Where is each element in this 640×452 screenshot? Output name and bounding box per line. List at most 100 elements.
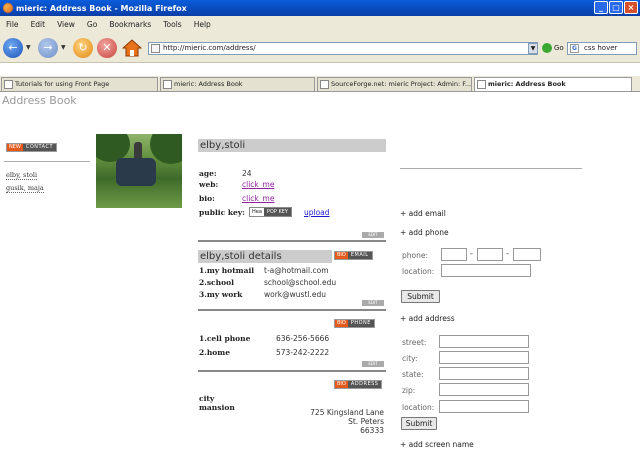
menu-edit[interactable]: Edit — [31, 20, 46, 29]
go-arrow-icon — [542, 43, 552, 53]
street-input[interactable] — [439, 335, 529, 348]
address-city: St. Peters — [348, 417, 384, 426]
tab-sourceforge[interactable]: SourceForge.net: mieric Project: Admin: … — [317, 77, 472, 91]
tab-address-book-1[interactable]: mieric: Address Book — [160, 77, 315, 91]
add-screen-name-link[interactable]: + add screen name — [400, 440, 474, 449]
tab-page-icon — [477, 80, 486, 89]
forward-arrow-icon: → — [43, 41, 53, 54]
edit-contact-button[interactable]: EDIT — [362, 232, 384, 238]
menu-help[interactable]: Help — [194, 20, 211, 29]
add-phone-link[interactable]: + add phone — [400, 228, 449, 237]
maximize-button[interactable]: □ — [609, 1, 623, 14]
address-street: 725 Kingsland Lane — [310, 408, 384, 417]
section-divider — [198, 309, 386, 311]
window-title: mieric: Address Book - Mozilla Firefox — [16, 3, 187, 13]
menu-go[interactable]: Go — [87, 20, 97, 29]
email-label-3: 3.my work — [199, 290, 243, 299]
email-label-1: 1.my hotmail — [199, 266, 255, 275]
address-label-line-2: mansion — [199, 403, 235, 412]
bio-link[interactable]: click_me — [242, 194, 274, 203]
page-icon — [151, 44, 160, 53]
contact-link-gusik[interactable]: gusik, maja — [6, 184, 44, 193]
new-contact-button[interactable]: NEW CONTACT — [6, 143, 58, 152]
tab-tutorials[interactable]: Tutorials for using Front Page — [1, 77, 158, 91]
city-label: city: — [402, 354, 418, 363]
email-value-2: school@school.edu — [264, 278, 337, 287]
address-zip: 66333 — [360, 426, 384, 435]
add-phone-badge[interactable]: BIO PHONE — [334, 319, 375, 328]
minimize-button[interactable]: _ — [594, 1, 608, 14]
forward-history-dropdown-icon[interactable]: ▼ — [61, 44, 66, 51]
menu-bookmarks[interactable]: Bookmarks — [109, 20, 151, 29]
email-value-3: work@wustl.edu — [264, 290, 326, 299]
menu-file[interactable]: File — [6, 20, 19, 29]
submit-address-button[interactable]: Submit — [401, 417, 437, 430]
tab-label: mieric: Address Book — [174, 80, 243, 88]
back-arrow-icon: ← — [8, 41, 18, 54]
add-address-badge[interactable]: BIO ADDRESS — [334, 380, 383, 389]
zip-input[interactable] — [439, 383, 529, 396]
email-label-2: 2.school — [199, 278, 234, 287]
tab-page-icon — [4, 80, 13, 89]
phone-line-input[interactable] — [513, 248, 541, 261]
badge-part: BIO — [335, 320, 348, 327]
web-label: web: — [199, 180, 219, 189]
email-value-1: t-a@hotmail.com — [264, 266, 329, 275]
submit-phone-button[interactable]: Submit — [401, 290, 440, 303]
home-button[interactable] — [121, 38, 143, 58]
url-bar[interactable]: http://mieric.com/address/ — [148, 42, 538, 55]
state-input[interactable] — [439, 367, 529, 380]
tab-bar: Tutorials for using Front Page mieric: A… — [0, 76, 640, 92]
phone-prefix-input[interactable] — [477, 248, 503, 261]
divider — [400, 168, 582, 169]
phone-area-code-input[interactable] — [441, 248, 467, 261]
badge-part: BIO — [335, 381, 348, 388]
badge-part: EMAIL — [347, 252, 372, 259]
badge-part: NEW — [7, 144, 23, 151]
add-email-link[interactable]: + add email — [400, 209, 446, 218]
web-link[interactable]: click_me — [242, 180, 274, 189]
url-dropdown-button[interactable]: ▼ — [528, 43, 538, 54]
menu-view[interactable]: View — [57, 20, 75, 29]
phone-location-label: location: — [402, 267, 435, 276]
city-input[interactable] — [439, 351, 529, 364]
address-location-label: location: — [402, 403, 435, 412]
phone-label-2: 2.home — [199, 348, 230, 357]
contact-link-elby[interactable]: elby, stoli — [6, 171, 38, 180]
reload-button[interactable]: ↻ — [73, 38, 93, 58]
photo-car — [116, 158, 156, 186]
edit-phone-button[interactable]: EDIT — [362, 361, 384, 367]
zip-label: zip: — [402, 386, 416, 395]
details-header: elby,stoli details — [198, 250, 332, 263]
public-key-label: public key: — [199, 208, 245, 217]
add-address-link[interactable]: + add address — [400, 314, 455, 323]
badge-part: BIO — [335, 252, 348, 259]
go-button[interactable]: Go — [542, 43, 564, 53]
stop-button[interactable]: ✕ — [97, 38, 117, 58]
upload-link[interactable]: upload — [304, 208, 330, 217]
section-divider — [198, 240, 386, 242]
badge-part: ADDRESS — [347, 381, 382, 388]
tab-address-book-active[interactable]: mieric: Address Book — [474, 77, 632, 91]
page-title: Address Book — [2, 94, 77, 107]
street-label: street: — [402, 338, 427, 347]
public-key-badge[interactable]: Hea POP KEY — [249, 207, 292, 217]
bio-label: bio: — [199, 194, 215, 203]
address-location-input[interactable] — [439, 400, 529, 413]
menu-tools[interactable]: Tools — [163, 20, 181, 29]
contact-name-header: elby,stoli — [198, 139, 386, 152]
back-button[interactable]: ← — [3, 38, 23, 58]
google-search-icon: G — [570, 44, 579, 53]
forward-button[interactable]: → — [38, 38, 58, 58]
reload-icon: ↻ — [78, 41, 88, 54]
close-button[interactable]: × — [624, 1, 638, 14]
add-email-badge[interactable]: BIO EMAIL — [334, 251, 373, 260]
go-label: Go — [554, 44, 564, 52]
age-label: age: — [199, 169, 217, 178]
back-history-dropdown-icon[interactable]: ▼ — [26, 44, 31, 51]
phone-location-input[interactable] — [441, 264, 531, 277]
search-input[interactable]: G css hover — [567, 42, 637, 55]
edit-email-button[interactable]: EDIT — [362, 300, 384, 306]
tab-page-icon — [163, 80, 172, 89]
tab-label: mieric: Address Book — [488, 80, 566, 88]
